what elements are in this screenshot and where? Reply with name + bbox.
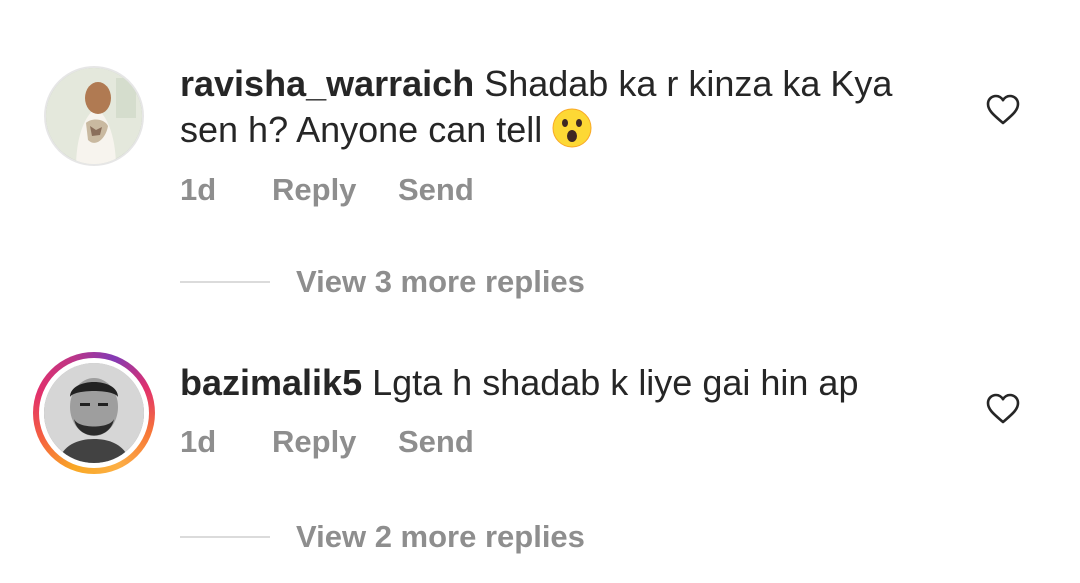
avatar [44, 363, 144, 463]
reply-button[interactable]: Reply [272, 424, 356, 460]
view-replies-button[interactable]: View 2 more replies [180, 517, 780, 557]
send-button[interactable]: Send [398, 424, 474, 460]
comment-time: 1d [180, 424, 217, 459]
heart-outline-icon[interactable] [985, 393, 1021, 425]
replies-divider [180, 536, 270, 538]
view-replies-label[interactable]: View 2 more replies [296, 517, 585, 557]
comment-item: bazimalik5 Lgta h shadab k liye gai hin … [0, 0, 1080, 583]
avatar-ring-gap [39, 358, 149, 468]
comment-username[interactable]: bazimalik5 [180, 362, 362, 403]
avatar-story-ring[interactable] [33, 352, 155, 474]
comment-text-line-1: bazimalik5 Lgta h shadab k liye gai hin … [180, 359, 858, 407]
comment-body: Lgta h shadab k liye gai hin ap [372, 362, 859, 403]
avatar-image [44, 363, 144, 463]
